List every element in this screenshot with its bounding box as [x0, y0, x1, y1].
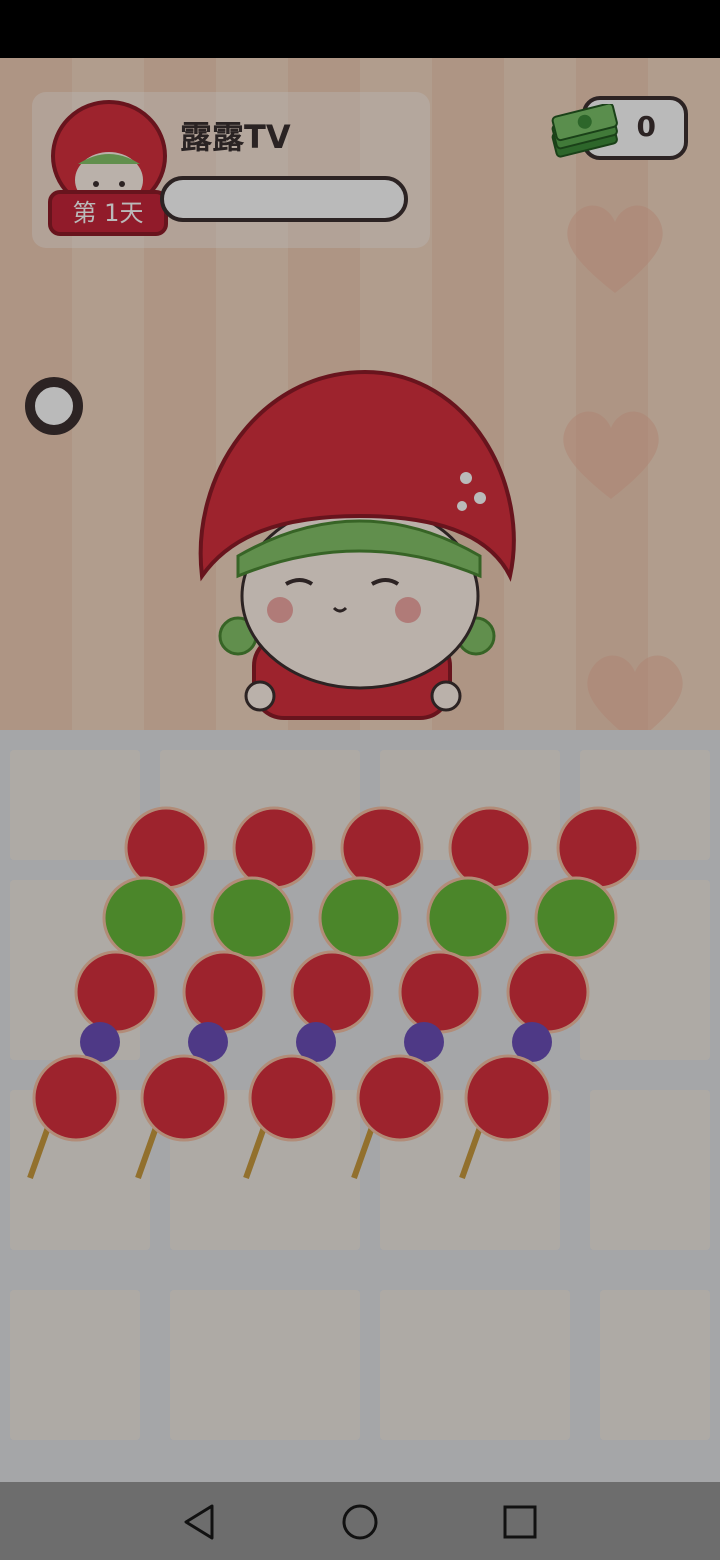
heart-decoration-icon	[567, 205, 663, 293]
day-badge: 第 1天	[48, 190, 168, 236]
cash-stack-icon	[551, 104, 618, 158]
day-progress-bar	[160, 176, 408, 222]
back-icon[interactable]	[176, 1498, 224, 1546]
candied-fruit-sticks[interactable]	[0, 738, 720, 1198]
strawberry-girl-character	[198, 369, 516, 720]
recents-icon[interactable]	[496, 1498, 544, 1546]
pause-ring-icon[interactable]	[20, 372, 88, 440]
heart-decoration-icon	[563, 411, 659, 499]
status-bar	[0, 0, 720, 58]
player-name: 露露TV	[180, 118, 291, 156]
money-value: 0	[636, 110, 656, 143]
game-area[interactable]: 第 1天 露露TV 0	[0, 58, 720, 1482]
home-icon[interactable]	[336, 1498, 384, 1546]
navigation-bar	[0, 1482, 720, 1560]
